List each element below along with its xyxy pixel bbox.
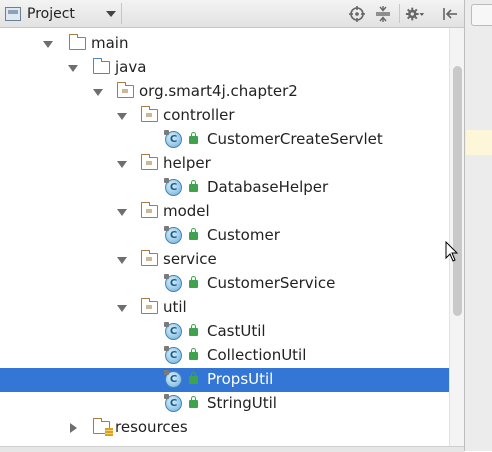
java-class-icon: C: [164, 130, 182, 148]
project-toolbar: Project: [0, 0, 464, 28]
public-access-lock-icon: [189, 372, 198, 384]
tree-node-java[interactable]: java: [0, 56, 449, 80]
class-glyph: C: [169, 398, 178, 409]
class-glyph: C: [169, 278, 178, 289]
public-access-lock-icon: [189, 396, 198, 408]
tree-node-customer-create-servlet[interactable]: C CustomerCreateServlet: [0, 128, 449, 152]
horizontal-scrollbar[interactable]: [0, 446, 464, 452]
tree-node-cast-util[interactable]: C CastUtil: [0, 320, 449, 344]
java-class-icon: C: [164, 394, 182, 412]
package-icon: [140, 202, 158, 218]
java-class-icon: C: [164, 370, 182, 388]
expand-arrow-icon[interactable]: [117, 161, 127, 168]
toolbar-divider: [399, 4, 400, 23]
tree-node-label: resources: [115, 418, 188, 436]
settings-button[interactable]: [405, 4, 425, 23]
locate-target-button[interactable]: [347, 4, 367, 23]
package-icon: [140, 154, 158, 170]
tree-node-label: StringUtil: [207, 394, 277, 412]
tree-node-controller[interactable]: controller: [0, 104, 449, 128]
public-access-lock-icon: [189, 276, 198, 288]
package-icon: [140, 250, 158, 266]
tree-node-label: CollectionUtil: [207, 346, 307, 364]
tree-node-main[interactable]: main: [0, 32, 449, 56]
expand-arrow-icon[interactable]: [43, 41, 53, 48]
java-class-icon: C: [164, 322, 182, 340]
expand-arrow-icon[interactable]: [68, 65, 78, 72]
locate-target-icon: [349, 5, 365, 22]
editor-tab[interactable]: [471, 4, 492, 26]
tree-node-database-helper[interactable]: C DatabaseHelper: [0, 176, 449, 200]
class-glyph: C: [169, 326, 178, 337]
expand-arrow-icon[interactable]: [117, 257, 127, 264]
project-view-selector[interactable]: Project: [0, 2, 120, 25]
mouse-cursor-icon: [445, 241, 459, 262]
tree-node-props-util[interactable]: C PropsUtil: [0, 368, 449, 392]
tree-node-label: DatabaseHelper: [207, 178, 329, 196]
tree-node-model[interactable]: model: [0, 200, 449, 224]
toolbar-divider: [121, 3, 122, 24]
collapse-arrow-icon[interactable]: [70, 423, 77, 433]
vertical-scrollbar[interactable]: [449, 28, 465, 448]
class-glyph: C: [169, 134, 178, 145]
public-access-lock-icon: [189, 132, 198, 144]
class-glyph: C: [169, 350, 178, 361]
tree-node-customer-service[interactable]: C CustomerService: [0, 272, 449, 296]
project-view-icon: [5, 6, 21, 21]
chevron-down-icon: [106, 11, 116, 17]
hide-panel-button[interactable]: [440, 4, 460, 23]
tree-node-label: org.smart4j.chapter2: [139, 82, 298, 100]
package-icon: [116, 82, 134, 98]
java-class-icon: C: [164, 226, 182, 244]
scrollbar-thumb[interactable]: [453, 66, 462, 316]
package-icon: [140, 298, 158, 314]
folder-icon: [68, 34, 86, 50]
expand-arrow-icon[interactable]: [117, 209, 127, 216]
tree-node-package[interactable]: org.smart4j.chapter2: [0, 80, 449, 104]
tree-node-service[interactable]: service: [0, 248, 449, 272]
settings-gear-icon: [405, 7, 425, 20]
tree-node-label: controller: [163, 106, 235, 124]
hide-panel-icon: [443, 7, 457, 20]
expand-arrow-icon[interactable]: [117, 113, 127, 120]
tree-node-helper[interactable]: helper: [0, 152, 449, 176]
tree-node-label: helper: [163, 154, 211, 172]
tree-node-util[interactable]: util: [0, 296, 449, 320]
source-folder-icon: [92, 58, 110, 74]
tree-node-customer[interactable]: C Customer: [0, 224, 449, 248]
class-glyph: C: [169, 182, 178, 193]
package-icon: [140, 106, 158, 122]
project-tree: main java org.smart4j.chapter2 controlle…: [0, 28, 449, 448]
tree-node-label: model: [163, 202, 210, 220]
collapse-all-button[interactable]: [373, 4, 393, 23]
expand-arrow-icon[interactable]: [117, 305, 127, 312]
class-glyph: C: [169, 230, 178, 241]
tree-node-string-util[interactable]: C StringUtil: [0, 392, 449, 416]
tree-node-label: CustomerCreateServlet: [207, 130, 383, 148]
class-glyph: C: [169, 374, 178, 385]
resources-folder-icon: [92, 418, 113, 436]
tree-node-label: Customer: [207, 226, 280, 244]
editor-area-edge: [464, 0, 492, 451]
tree-node-label: CastUtil: [207, 322, 266, 340]
editor-line-highlight: [466, 130, 492, 155]
tree-node-label: java: [115, 58, 147, 76]
tree-node-collection-util[interactable]: C CollectionUtil: [0, 344, 449, 368]
collapse-all-icon: [376, 5, 390, 22]
java-class-icon: C: [164, 346, 182, 364]
public-access-lock-icon: [189, 228, 198, 240]
tree-node-label: main: [91, 34, 129, 52]
public-access-lock-icon: [189, 180, 198, 192]
java-class-icon: C: [164, 274, 182, 292]
project-view-label: Project: [27, 5, 75, 22]
tree-node-label: CustomerService: [207, 274, 336, 292]
tree-node-label: PropsUtil: [207, 370, 274, 388]
java-class-icon: C: [164, 178, 182, 196]
public-access-lock-icon: [189, 348, 198, 360]
tree-node-label: util: [163, 298, 187, 316]
public-access-lock-icon: [189, 324, 198, 336]
tree-node-resources[interactable]: resources: [0, 416, 449, 440]
expand-arrow-icon[interactable]: [93, 89, 103, 96]
tree-node-label: service: [163, 250, 217, 268]
